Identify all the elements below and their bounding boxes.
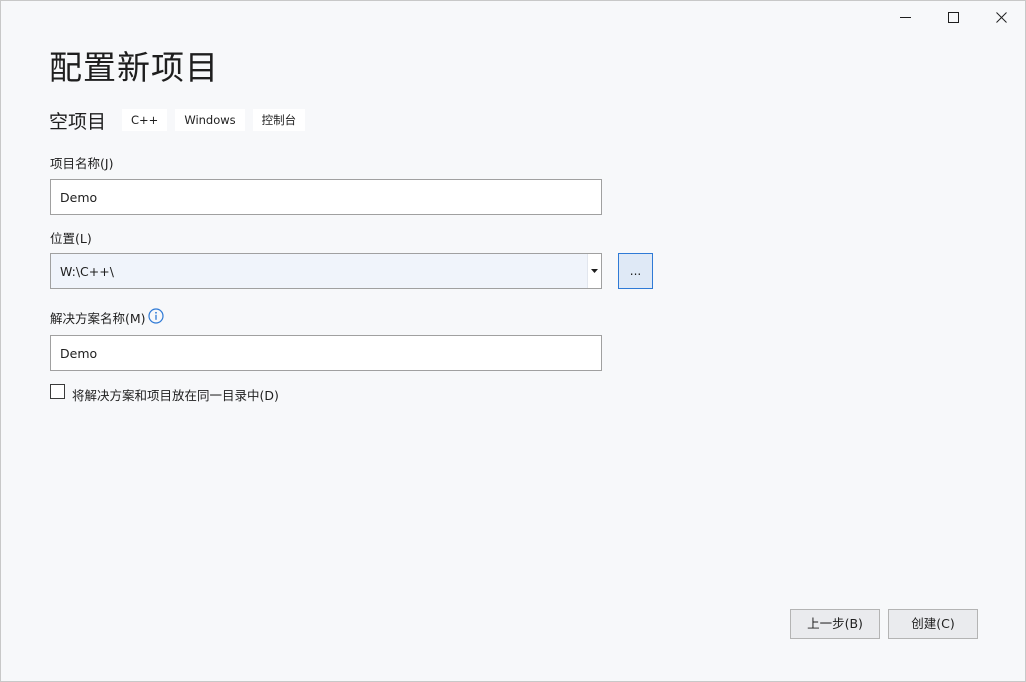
close-icon: [995, 11, 1007, 23]
maximize-icon: [947, 11, 959, 23]
minimize-button[interactable]: [881, 1, 929, 33]
tag-language: C++: [122, 109, 168, 131]
solution-name-label: 解决方案名称(M): [50, 311, 146, 326]
location-input[interactable]: [51, 254, 587, 288]
same-directory-label[interactable]: 将解决方案和项目放在同一目录中(D): [72, 385, 279, 404]
chevron-down-icon: [591, 269, 598, 273]
location-label: 位置(L): [50, 231, 92, 246]
browse-button[interactable]: ...: [618, 253, 653, 289]
template-summary: 空项目 C++ Windows 控制台: [49, 107, 313, 133]
project-name-input[interactable]: [50, 179, 602, 215]
create-button[interactable]: 创建(C): [888, 609, 978, 639]
maximize-button[interactable]: [929, 1, 977, 33]
project-name-label: 项目名称(J): [50, 156, 114, 171]
page-title: 配置新项目: [49, 48, 219, 87]
tag-project-type: 控制台: [252, 109, 306, 131]
template-name: 空项目: [49, 110, 107, 133]
info-icon[interactable]: [148, 308, 164, 324]
same-directory-checkbox[interactable]: [50, 384, 65, 399]
location-dropdown-button[interactable]: [587, 254, 601, 288]
configure-project-dialog: 配置新项目 空项目 C++ Windows 控制台 项目名称(J) 位置(L) …: [0, 0, 1026, 682]
caption-buttons: [881, 1, 1025, 33]
tag-platform: Windows: [175, 109, 245, 131]
location-combobox[interactable]: [50, 253, 602, 289]
back-button[interactable]: 上一步(B): [790, 609, 880, 639]
solution-name-input[interactable]: [50, 335, 602, 371]
minimize-icon: [899, 16, 911, 18]
close-button[interactable]: [977, 1, 1025, 33]
